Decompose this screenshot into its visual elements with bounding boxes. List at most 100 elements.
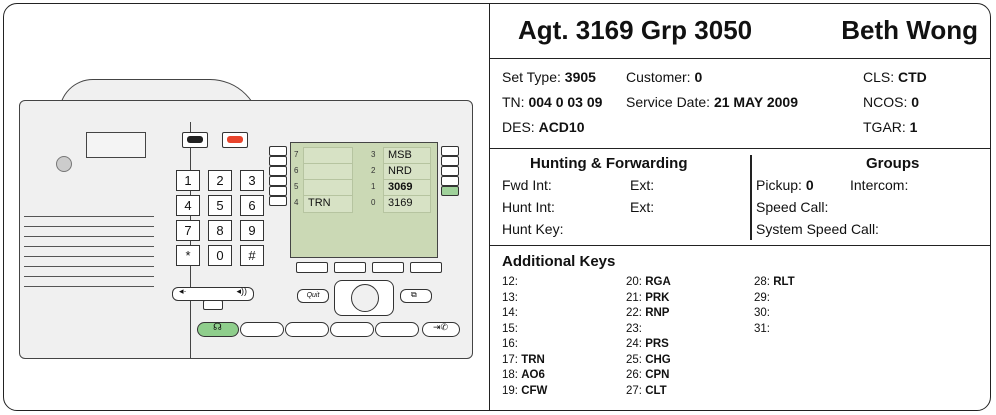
line-key[interactable] [269, 186, 287, 196]
volume-down-icon: ◂· [179, 286, 187, 296]
speaker-grille-line [24, 276, 154, 278]
hunting-groups-section: Hunting & Forwarding Fwd Int: Ext: Hunt … [490, 149, 990, 246]
feature-key[interactable] [375, 322, 419, 337]
navigation-center [351, 284, 379, 312]
additional-key-entry: 15: [502, 322, 518, 335]
line-key[interactable] [441, 156, 459, 166]
additional-key-entry: 28: RLT [754, 276, 795, 288]
keypad-key[interactable]: 8 [208, 220, 232, 241]
speaker-grille-line [24, 266, 154, 268]
keypad-key[interactable]: 3 [240, 170, 264, 191]
des-field: DES: ACD10 [502, 119, 585, 135]
service-date-field: Service Date: 21 MAY 2009 [626, 94, 799, 110]
additional-key-entry: 12: [502, 276, 518, 288]
lcd-key-label: TRN [303, 195, 353, 213]
agent-group-title: Agt. 3169 Grp 3050 [518, 15, 753, 45]
tgar-field: TGAR: 1 [863, 119, 918, 135]
cls-field: CLS: CTD [863, 69, 927, 85]
copy-icon: ⧉ [411, 290, 417, 299]
additional-key-entry: 20: RGA [626, 276, 671, 288]
speaker-grille-line [24, 216, 154, 218]
keypad-key[interactable]: 4 [176, 195, 200, 216]
feature-key[interactable] [240, 322, 284, 337]
additional-key-entry: 22: RNP [626, 307, 670, 319]
line-key[interactable] [441, 146, 459, 156]
set-type-field: Set Type: 3905 [502, 69, 596, 85]
section-divider [750, 155, 752, 240]
additional-key-entry: 14: [502, 307, 518, 319]
additional-key-entry: 30: [754, 307, 770, 319]
additional-key-entry: 13: [502, 291, 518, 304]
hold-button[interactable] [182, 132, 208, 148]
additional-key-entry: 23: [626, 322, 642, 335]
soft-key[interactable] [410, 262, 442, 273]
speaker-grille-line [24, 226, 154, 228]
agent-card: 1 2 3 4 5 6 7 8 9 * 0 # ◂· ◂)) 7 3 MSB 6 2 NRD 5 1 3069 4 TRN… [3, 3, 991, 411]
line-key[interactable] [441, 176, 459, 186]
tn-field: TN: 004 0 03 09 [502, 94, 603, 110]
lcd-display: 7 3 MSB 6 2 NRD 5 1 3069 4 TRN 0 3169 [290, 142, 438, 258]
additional-key-entry: 17: TRN [502, 353, 545, 366]
speaker-grille-line [24, 236, 154, 238]
speed-call-field: Speed Call: [756, 199, 829, 215]
keypad-key[interactable]: 1 [176, 170, 200, 191]
agent-header: Agt. 3169 Grp 3050 Beth Wong [490, 4, 990, 59]
transfer-button[interactable]: ⇥✆ [422, 322, 460, 337]
keypad-key[interactable]: * [176, 245, 200, 266]
line-key[interactable] [441, 166, 459, 176]
fwd-int-field: Fwd Int: [502, 177, 552, 193]
keypad-key[interactable]: 9 [240, 220, 264, 241]
agent-info-panel: Agt. 3169 Grp 3050 Beth Wong Set Type: 3… [490, 4, 990, 410]
navigation-cluster[interactable] [334, 280, 394, 316]
additional-key-entry: 19: CFW [502, 384, 548, 397]
line-key[interactable] [269, 156, 287, 166]
additional-key-entry: 27: CLT [626, 384, 667, 397]
additional-key-entry: 31: [754, 322, 770, 335]
keypad-key[interactable]: 5 [208, 195, 232, 216]
lcd-key-number: 4 [294, 198, 299, 207]
additional-key-entry: 24: PRS [626, 338, 669, 350]
keypad-key[interactable]: 2 [208, 170, 232, 191]
line-key[interactable] [269, 196, 287, 206]
speaker-grille-line [24, 246, 154, 248]
lcd-key-number: 3 [371, 150, 376, 159]
lcd-key-number: 0 [371, 198, 376, 207]
keypad-key[interactable]: 7 [176, 220, 200, 241]
release-button[interactable] [222, 132, 248, 148]
feature-key[interactable] [330, 322, 374, 337]
volume-up-icon: ◂)) [236, 286, 247, 296]
lcd-key-number: 6 [294, 166, 299, 175]
lcd-key-number: 2 [371, 166, 376, 175]
keypad-key[interactable]: # [240, 245, 264, 266]
transfer-icon: ⇥✆ [433, 322, 449, 332]
hold-icon [187, 136, 203, 143]
soft-key[interactable] [296, 262, 328, 273]
mute-button[interactable] [203, 300, 223, 310]
fwd-ext-field: Ext: [630, 177, 655, 193]
soft-key[interactable] [334, 262, 366, 273]
line-key[interactable] [269, 166, 287, 176]
additional-key-entry: 29: [754, 291, 770, 304]
line-key[interactable] [269, 176, 287, 186]
line-key-active[interactable] [441, 186, 459, 196]
hunt-int-field: Hunt Int: [502, 199, 555, 215]
headset-icon: ☊ [213, 322, 222, 333]
lcd-key-number: 1 [371, 182, 376, 191]
quit-button[interactable]: Quit [297, 289, 329, 303]
handset-label-window [86, 132, 146, 158]
ncos-field: NCOS: 0 [863, 94, 920, 110]
volume-control[interactable]: ◂· ◂)) [172, 286, 254, 301]
headset-button[interactable]: ☊ [197, 322, 239, 337]
additional-key-entry: 16: [502, 338, 518, 350]
feature-key[interactable] [285, 322, 329, 337]
additional-key-entry: 21: PRK [626, 291, 670, 304]
speaker-hole [56, 156, 72, 172]
keypad-key[interactable]: 0 [208, 245, 232, 266]
soft-key[interactable] [372, 262, 404, 273]
hunt-ext-field: Ext: [630, 199, 655, 215]
keypad-key[interactable]: 6 [240, 195, 264, 216]
lcd-key-number: 7 [294, 150, 299, 159]
line-key[interactable] [269, 146, 287, 156]
speaker-grille-line [24, 286, 154, 288]
copy-button[interactable]: ⧉ [400, 289, 432, 303]
